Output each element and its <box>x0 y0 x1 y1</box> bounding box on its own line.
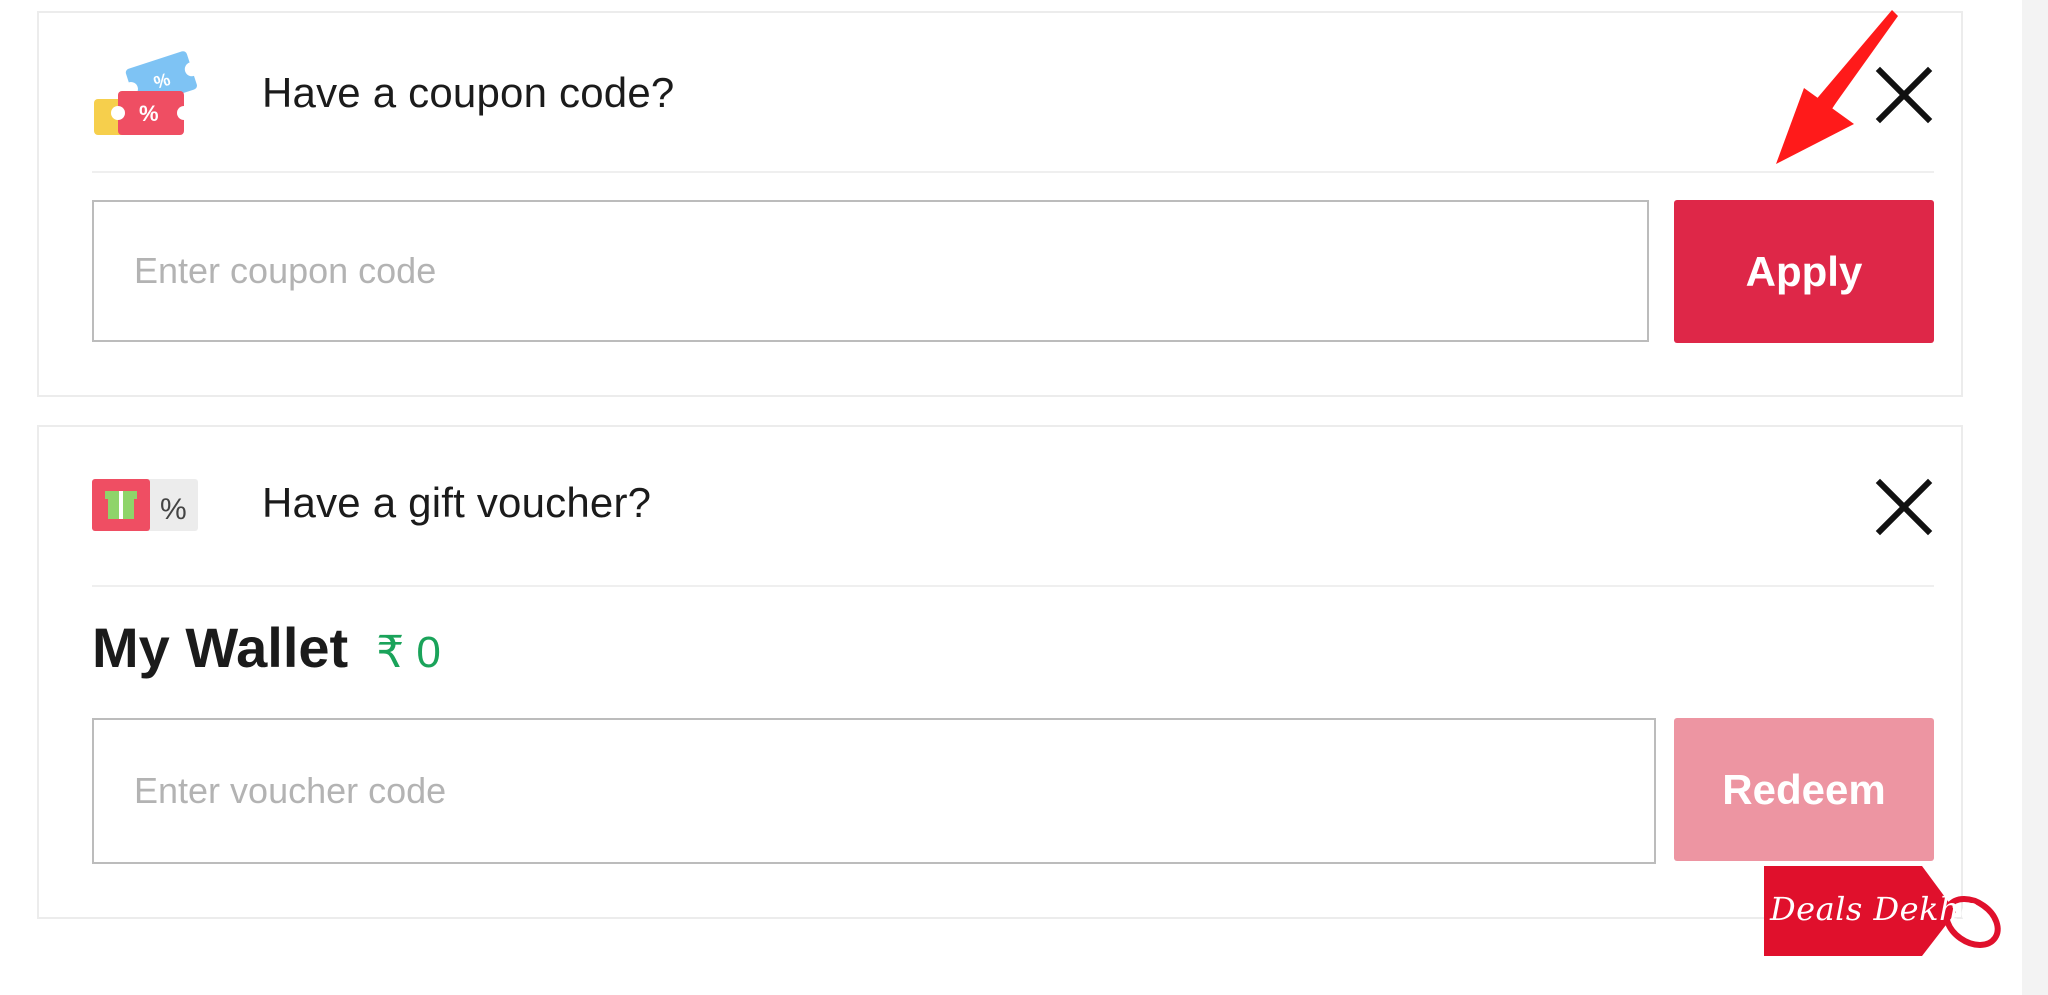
coupon-code-input[interactable] <box>92 200 1649 342</box>
coupon-card-header: % % Have a coupon code? <box>92 13 1934 173</box>
gift-voucher-title: Have a gift voucher? <box>262 479 652 526</box>
svg-text:%: % <box>160 493 187 526</box>
close-icon[interactable] <box>1874 477 1934 537</box>
wallet-label: My Wallet <box>92 616 349 679</box>
coupon-title: Have a coupon code? <box>262 69 675 116</box>
svg-text:%: % <box>139 101 159 126</box>
deals-dekho-watermark: Deals Dekho <box>1760 862 2010 962</box>
apply-button[interactable]: Apply <box>1674 200 1934 343</box>
close-icon[interactable] <box>1874 65 1934 125</box>
wallet-balance: ₹ 0 <box>376 628 441 677</box>
gift-voucher-card: % Have a gift voucher? My Wallet ₹ 0 Red… <box>37 425 1963 919</box>
wallet-row: My Wallet ₹ 0 <box>92 615 441 685</box>
redeem-button[interactable]: Redeem <box>1674 718 1934 861</box>
coupon-card: % % Have a coupon code? Enter coupon cod… <box>37 11 1963 397</box>
watermark-text: Deals Dekho <box>1770 890 1980 928</box>
page: % % Have a coupon code? Enter coupon cod… <box>0 0 2048 995</box>
gift-voucher-icon: % <box>92 475 202 575</box>
coupon-tickets-icon: % % <box>92 41 202 141</box>
page-scrollbar[interactable] <box>2022 0 2048 995</box>
voucher-code-input[interactable] <box>92 718 1656 864</box>
gift-voucher-card-header: % Have a gift voucher? <box>92 427 1934 587</box>
